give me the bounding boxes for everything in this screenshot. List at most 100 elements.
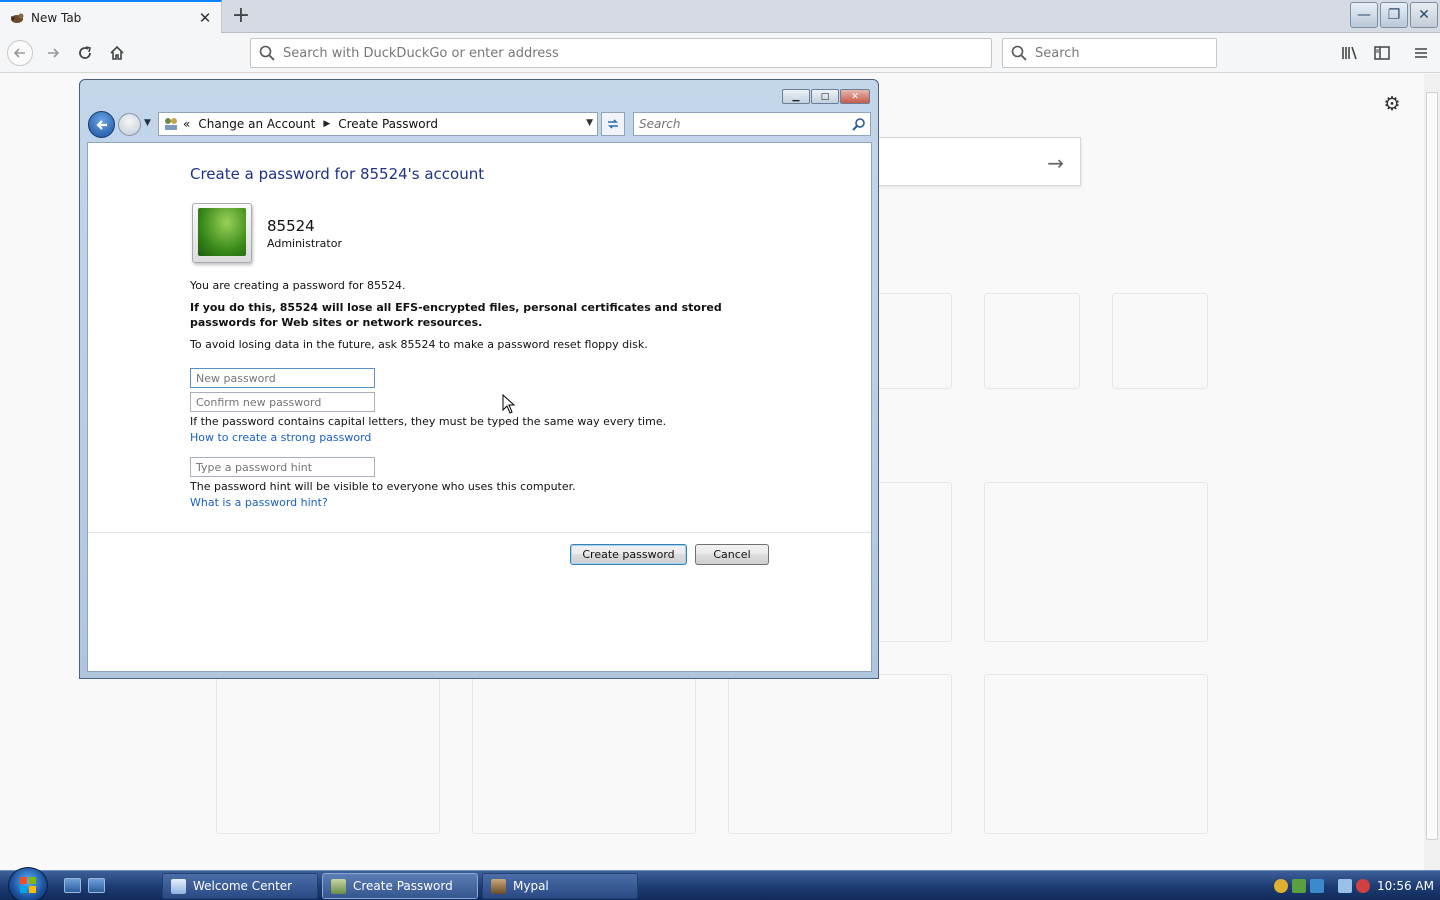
search-icon xyxy=(259,45,275,61)
confirm-password-field[interactable] xyxy=(190,392,375,412)
taskbar: Welcome Center Create Password Mypal 10:… xyxy=(0,867,1440,900)
welcome-center-icon xyxy=(171,878,186,894)
reset-disk-text: To avoid losing data in the future, ask … xyxy=(190,338,648,351)
security-shield-icon[interactable] xyxy=(1274,879,1288,893)
close-window-button[interactable]: ✕ xyxy=(1410,2,1438,28)
explorer-back-button[interactable] xyxy=(88,111,115,138)
taskbar-item-label: Mypal xyxy=(513,879,549,893)
page-scrollbar[interactable] xyxy=(1424,74,1440,870)
reload-button[interactable] xyxy=(72,40,98,66)
back-button[interactable] xyxy=(7,40,33,66)
taskbar-item-welcome-center[interactable]: Welcome Center xyxy=(162,873,318,899)
home-button[interactable] xyxy=(104,40,130,66)
window-controls: — ❐ ✕ xyxy=(1350,2,1438,28)
highlight-card[interactable] xyxy=(472,674,696,834)
search-icon xyxy=(852,118,865,131)
search-bar[interactable]: Search xyxy=(1002,38,1217,68)
recent-pages-dropdown-icon[interactable]: ▼ xyxy=(144,118,151,128)
breadcrumb[interactable]: « Change an Account ▶ Create Password ▼ xyxy=(158,112,598,136)
windows-update-icon[interactable] xyxy=(1292,879,1306,893)
tab-new-tab[interactable]: New Tab ✕ xyxy=(0,0,222,33)
sidebar-button[interactable] xyxy=(1372,43,1392,63)
scrollbar-thumb[interactable] xyxy=(1426,92,1438,840)
home-icon xyxy=(110,45,124,60)
explorer-search-input[interactable] xyxy=(639,117,839,131)
dialog-caption-buttons: ▁ □ ✕ xyxy=(782,89,870,104)
top-site-tile[interactable] xyxy=(984,293,1080,389)
back-arrow-icon xyxy=(13,48,25,58)
mouse-cursor-icon xyxy=(502,394,516,414)
new-password-field[interactable] xyxy=(190,368,375,388)
highlight-card[interactable] xyxy=(728,674,952,834)
show-desktop-icon[interactable] xyxy=(64,878,81,893)
warning-text: If you do this, 85524 will lose all EFS-… xyxy=(190,301,722,329)
defender-icon[interactable] xyxy=(1310,879,1324,893)
strong-password-link[interactable]: How to create a strong password xyxy=(190,431,371,444)
dialog-content: Create a password for 85524's account 85… xyxy=(87,142,872,672)
account-name: 85524 xyxy=(267,217,315,235)
dialog-maximize-button[interactable]: □ xyxy=(811,89,839,104)
create-password-button[interactable]: Create password xyxy=(570,544,687,565)
reload-icon xyxy=(79,46,91,59)
start-button[interactable] xyxy=(8,867,48,900)
browser-tab-strip: New Tab ✕ + — ❐ ✕ xyxy=(0,0,1440,33)
refresh-button[interactable] xyxy=(601,112,625,136)
breadcrumb-create-password[interactable]: Create Password xyxy=(338,117,438,131)
volume-muted-icon[interactable] xyxy=(1356,879,1370,893)
explorer-search-box[interactable] xyxy=(633,112,871,136)
refresh-icon xyxy=(608,119,618,129)
highlight-card[interactable] xyxy=(984,674,1208,834)
highlight-card[interactable] xyxy=(984,482,1208,642)
forward-button[interactable] xyxy=(40,40,66,66)
restore-button[interactable]: ❐ xyxy=(1380,2,1408,28)
cancel-button[interactable]: Cancel xyxy=(695,544,769,565)
tab-title: New Tab xyxy=(31,10,82,25)
search-go-arrow-icon[interactable]: → xyxy=(1047,151,1064,175)
newtab-search-box[interactable]: → xyxy=(860,137,1081,186)
user-avatar xyxy=(192,203,252,263)
minimize-button[interactable]: — xyxy=(1350,2,1378,28)
control-panel-icon xyxy=(165,118,177,130)
dialog-minimize-button[interactable]: ▁ xyxy=(782,89,810,104)
newtab-settings-gear-icon[interactable]: ⚙ xyxy=(1382,93,1402,115)
hamburger-menu-icon xyxy=(1415,48,1427,58)
switch-windows-icon[interactable] xyxy=(88,878,105,893)
address-bar[interactable]: Search with DuckDuckGo or enter address xyxy=(250,38,992,68)
breadcrumb-change-account[interactable]: Change an Account xyxy=(198,117,315,131)
explorer-forward-button[interactable] xyxy=(118,113,141,136)
highlight-card[interactable] xyxy=(216,674,440,834)
back-arrow-icon xyxy=(95,119,107,130)
breadcrumb-overflow[interactable]: « xyxy=(183,117,190,131)
leaf-picture-icon xyxy=(198,208,246,256)
search-bar-placeholder: Search xyxy=(1035,45,1080,61)
taskbar-clock[interactable]: 10:56 AM xyxy=(1377,879,1434,893)
taskbar-item-create-password[interactable]: Create Password xyxy=(322,873,478,899)
hint-visibility-note: The password hint will be visible to eve… xyxy=(190,480,576,493)
menu-button[interactable] xyxy=(1411,43,1431,63)
top-site-tile[interactable] xyxy=(1112,293,1208,389)
control-panel-icon xyxy=(331,878,346,894)
password-hint-field[interactable] xyxy=(190,457,375,477)
taskbar-item-label: Create Password xyxy=(353,879,453,893)
account-type: Administrator xyxy=(267,237,342,250)
explorer-address-row: ▼ « Change an Account ▶ Create Password … xyxy=(88,111,871,139)
mypal-icon xyxy=(491,878,506,894)
capital-letters-note: If the password contains capital letters… xyxy=(190,415,667,428)
navigation-toolbar: Search with DuckDuckGo or enter address … xyxy=(0,33,1440,73)
taskbar-item-mypal[interactable]: Mypal xyxy=(482,873,638,899)
new-tab-button[interactable]: + xyxy=(228,4,254,28)
info-text: You are creating a password for 85524. xyxy=(190,279,406,292)
address-dropdown-icon[interactable]: ▼ xyxy=(586,118,593,128)
library-button[interactable] xyxy=(1340,43,1360,63)
sidebar-icon xyxy=(1374,46,1390,60)
taskbar-item-label: Welcome Center xyxy=(193,879,293,893)
dialog-close-button[interactable]: ✕ xyxy=(840,89,870,104)
tab-close-icon[interactable]: ✕ xyxy=(195,8,215,28)
breadcrumb-separator-icon[interactable]: ▶ xyxy=(323,119,330,129)
windows-logo-icon xyxy=(20,877,36,893)
network-icon[interactable] xyxy=(1338,879,1352,893)
address-bar-placeholder: Search with DuckDuckGo or enter address xyxy=(283,45,559,61)
forward-arrow-icon xyxy=(48,48,60,58)
password-hint-link[interactable]: What is a password hint? xyxy=(190,496,328,509)
mypal-icon xyxy=(11,13,24,23)
